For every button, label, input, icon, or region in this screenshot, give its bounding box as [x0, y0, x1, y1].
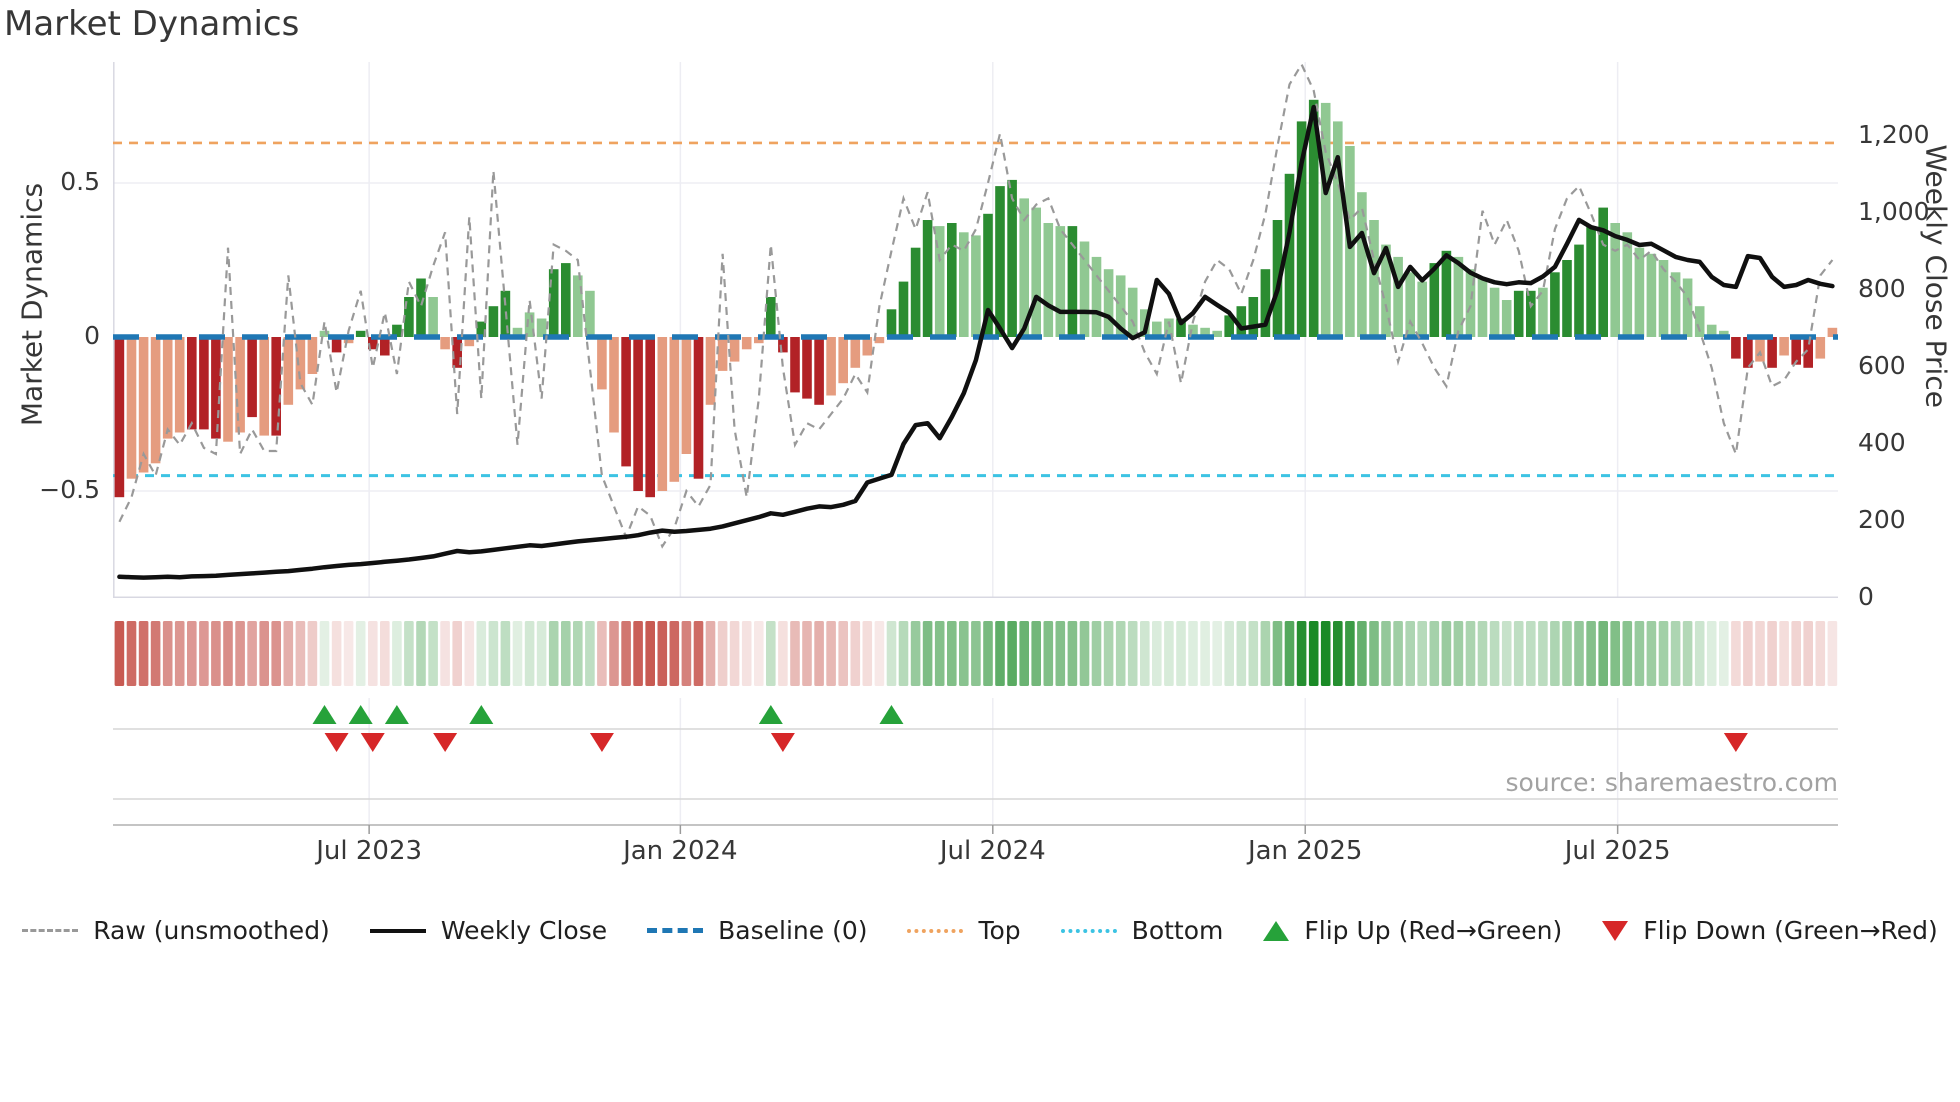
legend-swatch-1 — [369, 928, 426, 933]
right-tick-label: 1,000 — [1858, 197, 1930, 226]
legend-item: Baseline (0) — [647, 916, 867, 945]
legend-swatch-3 — [907, 928, 964, 933]
left-axis-title: Market Dynamics — [15, 182, 49, 427]
flip-down-marker — [1723, 733, 1748, 752]
flip-up-marker — [879, 705, 904, 724]
flip-down-marker — [433, 733, 458, 752]
main-chart-plot — [113, 62, 1838, 598]
legend-swatch-5 — [1263, 920, 1290, 941]
right-axis-title: Weekly Close Price — [1919, 144, 1953, 408]
right-tick-label: 0 — [1858, 582, 1874, 611]
flip-up-marker — [312, 705, 337, 724]
legend-swatch-2 — [647, 928, 704, 933]
flip-up-marker — [384, 705, 409, 724]
legend-item: Bottom — [1060, 916, 1224, 945]
x-tick-label: Jan 2025 — [1247, 836, 1363, 866]
legend-swatch-0 — [22, 929, 79, 932]
x-tick-label: Jul 2025 — [1564, 836, 1671, 866]
legend-label: Baseline (0) — [718, 916, 868, 945]
legend-label: Flip Down (Green→Red) — [1643, 916, 1938, 945]
right-tick-label: 200 — [1858, 505, 1906, 534]
flip-up-marker — [758, 705, 783, 724]
left-tick-label: 0.5 — [60, 167, 100, 196]
legend-item: Weekly Close — [369, 916, 608, 945]
legend-label: Top — [978, 916, 1021, 945]
market-dynamics-figure: Market Dynamics Market Dynamics Weekly C… — [0, 0, 1960, 1102]
flip-down-marker — [324, 733, 349, 752]
legend-item: Flip Up (Red→Green) — [1263, 916, 1562, 945]
legend-label: Weekly Close — [440, 916, 608, 945]
legend-label: Bottom — [1131, 916, 1224, 945]
legend-item: Top — [907, 916, 1021, 945]
legend-item: Flip Down (Green→Red) — [1602, 916, 1938, 945]
right-tick-label: 600 — [1858, 351, 1906, 380]
legend-label: Raw (unsmoothed) — [93, 916, 330, 945]
left-tick-label: −0.5 — [39, 475, 100, 504]
x-tick-label: Jul 2023 — [316, 836, 423, 866]
legend-swatch-4 — [1060, 928, 1117, 933]
legend-swatch-6 — [1602, 920, 1629, 941]
flip-up-marker — [469, 705, 494, 724]
x-tick-label: Jan 2024 — [623, 836, 738, 866]
flip-down-marker — [589, 733, 614, 752]
figure-title: Market Dynamics — [4, 4, 300, 44]
flip-down-marker — [360, 733, 385, 752]
heatmap-strip — [114, 621, 1838, 686]
x-tick-label: Jul 2024 — [939, 836, 1046, 866]
left-tick-label: 0 — [84, 321, 100, 350]
source-credit: source: sharemaestro.com — [1505, 768, 1839, 797]
right-tick-label: 1,200 — [1858, 120, 1930, 149]
flip-down-marker — [770, 733, 795, 752]
right-tick-label: 800 — [1858, 274, 1906, 303]
right-tick-label: 400 — [1858, 428, 1906, 457]
legend-item: Raw (unsmoothed) — [22, 916, 330, 945]
legend-label: Flip Up (Red→Green) — [1304, 916, 1563, 945]
chart-legend: Raw (unsmoothed) Weekly Close Baseline (0)… — [0, 916, 1960, 945]
